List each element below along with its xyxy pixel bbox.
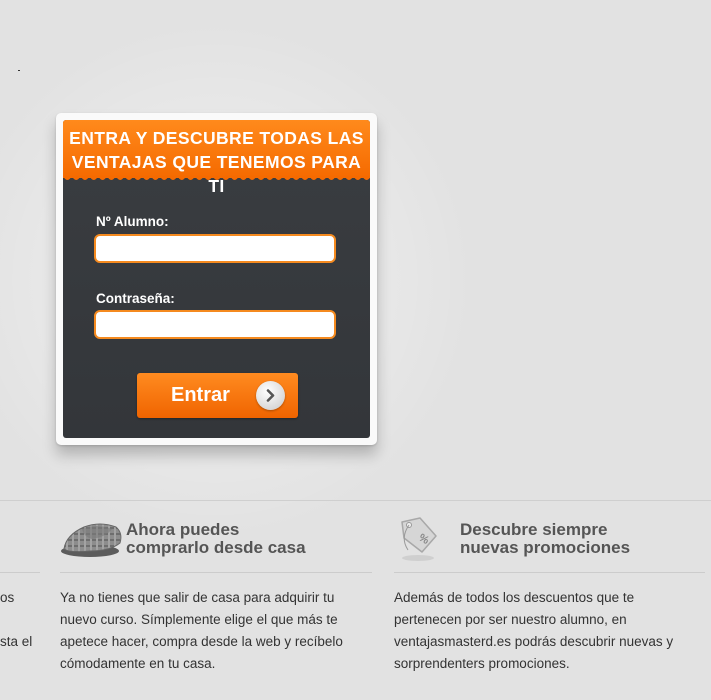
feature-home-title-line2: comprarlo desde casa: [126, 538, 306, 557]
feature-promos-text-line4: sorprendenters promociones.: [394, 656, 570, 671]
stray-mark: [18, 70, 20, 71]
feature-home-text-line1: Ya no tienes que salir de casa para adqu…: [60, 590, 335, 605]
feature-promos-text-line2: pertenecen por ser nuestro alumno, en: [394, 612, 627, 627]
left-feature-rule: [0, 572, 40, 573]
student-number-label: Nº Alumno:: [96, 214, 169, 229]
left-feature-text-line1: os: [0, 590, 15, 605]
feature-promos-text: Además de todos los descuentos que te pe…: [394, 587, 709, 675]
login-header: ENTRA Y DESCUBRE TODAS LAS VENTAJAS QUE …: [63, 120, 370, 196]
feature-home-text-line2: nuevo curso. Símplemente elige el que má…: [60, 612, 338, 627]
feature-promos-title: Descubre siempre nuevas promociones: [460, 521, 630, 557]
feature-home-text: Ya no tienes que salir de casa para adqu…: [60, 587, 380, 675]
login-title: ENTRA Y DESCUBRE TODAS LAS VENTAJAS QUE …: [63, 120, 370, 198]
login-panel: ENTRA Y DESCUBRE TODAS LAS VENTAJAS QUE …: [63, 120, 370, 438]
feature-promos-title-line2: nuevas promociones: [460, 538, 631, 557]
feature-promos-text-line3: ventajasmasterd.es podrás descubrir nuev…: [394, 634, 674, 649]
password-input[interactable]: [94, 310, 336, 339]
feature-promos-title-line1: Descubre siempre: [460, 520, 608, 539]
login-card: ENTRA Y DESCUBRE TODAS LAS VENTAJAS QUE …: [56, 113, 377, 445]
password-label: Contraseña:: [96, 291, 175, 306]
student-number-input[interactable]: [94, 234, 336, 263]
discount-tag-icon: %: [401, 517, 437, 561]
login-submit-label: Entrar: [171, 384, 230, 406]
feature-home-text-line3: apetece hacer, compra desde la web y rec…: [60, 634, 343, 649]
feature-home-text-line4: cómodamente en tu casa.: [60, 656, 216, 671]
login-title-line1: ENTRA Y DESCUBRE TODAS LAS: [69, 128, 364, 148]
left-feature-text-line3: sta el: [0, 634, 33, 649]
feature-home-rule: [60, 572, 372, 573]
login-submit-button[interactable]: Entrar: [137, 373, 298, 418]
feature-home-title-line1: Ahora puedes: [126, 520, 240, 539]
chevron-right-icon: [256, 381, 285, 410]
feature-home-title: Ahora puedes comprarlo desde casa: [126, 521, 306, 557]
feature-promos-text-line1: Además de todos los descuentos que te: [394, 590, 635, 605]
header-scallop-edge: [63, 176, 370, 180]
feature-promos-rule: [394, 572, 705, 573]
section-divider: [0, 500, 711, 501]
left-feature-text-line2: [0, 609, 32, 631]
login-title-line2: VENTAJAS QUE TENEMOS PARA TI: [71, 152, 362, 196]
left-feature-text: os sta el: [0, 587, 32, 653]
slipper-icon: [61, 523, 122, 557]
